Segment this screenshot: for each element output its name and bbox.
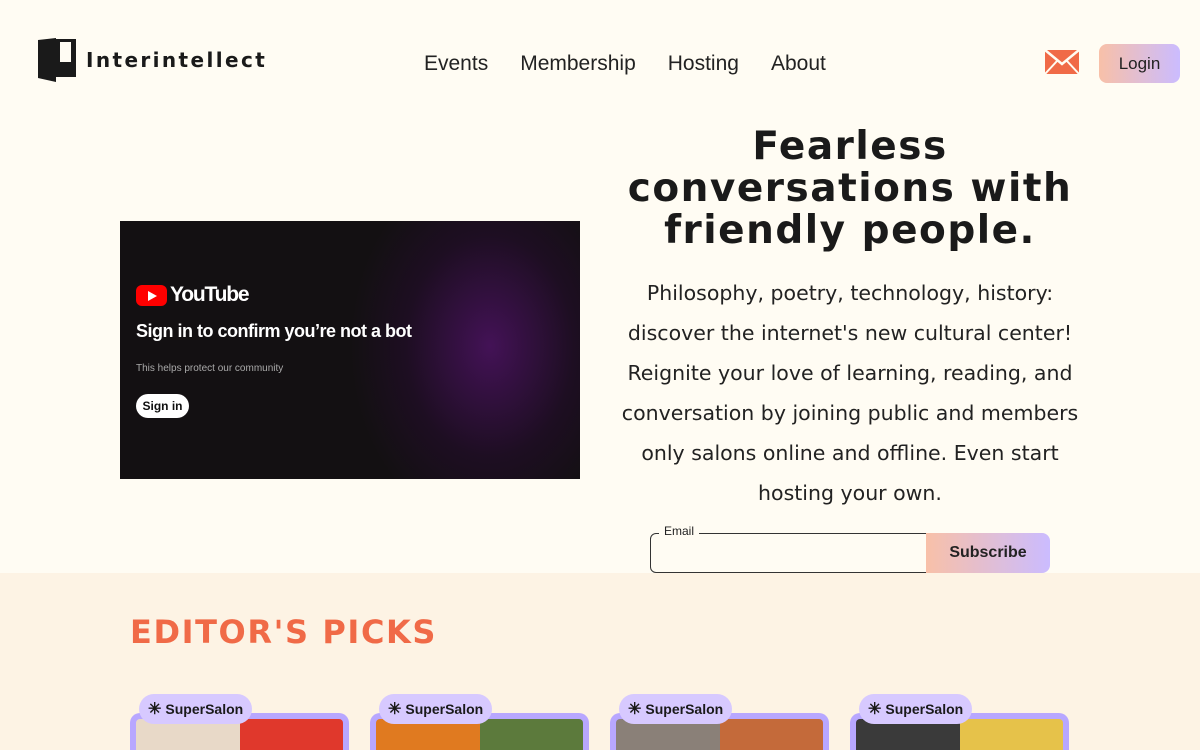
asterisk-icon: ✳ [148, 701, 162, 718]
video-signin-button[interactable]: Sign in [136, 394, 189, 418]
card-image [239, 719, 343, 750]
supersalon-badge: ✳ SuperSalon [139, 694, 253, 724]
youtube-play-icon [136, 284, 167, 306]
video-message-subtitle: This helps protect our community [136, 363, 284, 374]
supersalon-badge: ✳ SuperSalon [859, 694, 973, 724]
login-button[interactable]: Login [1099, 44, 1180, 83]
envelope-icon[interactable] [1044, 48, 1080, 76]
supersalon-badge: ✳ SuperSalon [619, 694, 733, 724]
hero-title: Fearless conversations with friendly peo… [627, 124, 1073, 253]
card-image [959, 719, 1063, 750]
brand-logo[interactable]: Interintellect [38, 38, 267, 82]
card-image [719, 719, 823, 750]
video-message-title: Sign in to confirm you’re not a bot [136, 321, 412, 341]
main-nav: Events Membership Hosting About [424, 52, 826, 76]
brand-name: Interintellect [86, 48, 268, 72]
editors-picks-section: EDITOR'S PICKS ✳ SuperSalon ✳ SuperSalon ✳… [0, 573, 1200, 750]
supersalon-badge: ✳ SuperSalon [379, 694, 493, 724]
video-background [350, 221, 580, 479]
embedded-video[interactable]: YouTube Sign in to confirm you’re not a … [120, 221, 580, 479]
editors-picks-title: EDITOR'S PICKS [130, 613, 438, 651]
nav-events[interactable]: Events [424, 52, 488, 76]
nav-about[interactable]: About [771, 52, 826, 76]
nav-hosting[interactable]: Hosting [668, 52, 739, 76]
asterisk-icon: ✳ [868, 701, 882, 718]
youtube-wordmark: YouTube [170, 283, 250, 306]
youtube-logo: YouTube [136, 283, 250, 307]
subscribe-button[interactable]: Subscribe [926, 533, 1050, 573]
asterisk-icon: ✳ [388, 701, 402, 718]
hero-description: Philosophy, poetry, technology, history:… [621, 281, 1079, 505]
email-input[interactable] [650, 533, 930, 573]
email-label: Email [659, 524, 700, 538]
nav-membership[interactable]: Membership [520, 52, 636, 76]
logo-door-icon [38, 38, 76, 82]
card-image [479, 719, 583, 750]
asterisk-icon: ✳ [628, 701, 642, 718]
